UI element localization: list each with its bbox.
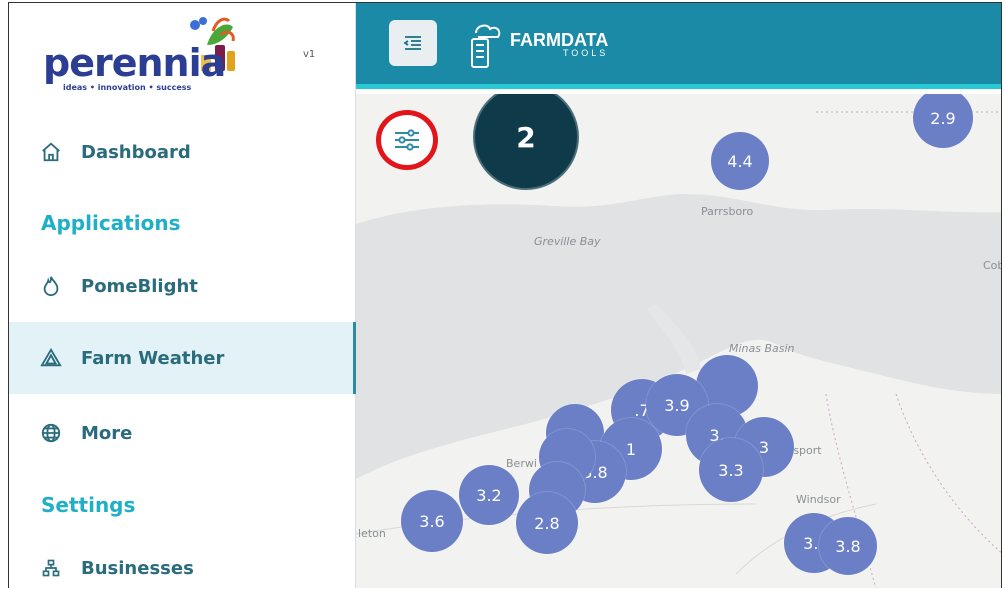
sidebar-item-businesses[interactable]: Businesses: [9, 536, 356, 588]
sidebar-item-farm-weather[interactable]: Farm Weather: [9, 322, 356, 394]
app-name: FARMDATA: [510, 30, 609, 50]
weather-cluster-marker[interactable]: 2.8: [516, 492, 578, 554]
place-label: leton: [358, 527, 386, 540]
section-settings: Settings: [41, 493, 136, 517]
sidebar-item-label: More: [81, 422, 133, 444]
place-label: Windsor: [796, 493, 841, 506]
weather-cluster-marker[interactable]: 4.4: [711, 132, 769, 190]
weather-cluster-marker[interactable]: 3.2: [459, 465, 519, 525]
place-label: Berwi: [506, 457, 537, 470]
sliders-icon: [395, 129, 419, 151]
home-icon: [39, 140, 63, 164]
place-label: Cob: [983, 259, 1001, 272]
weather-cluster-marker[interactable]: 3.3: [699, 438, 763, 502]
indent-icon: [403, 36, 421, 50]
section-applications: Applications: [41, 211, 181, 235]
org-chart-icon: [39, 556, 63, 580]
sidebar-item-label: Farm Weather: [81, 347, 225, 369]
sidebar-item-label: Businesses: [81, 557, 194, 579]
topbar: FARMDATA TOOLS: [356, 3, 1001, 89]
flame-icon: [39, 274, 63, 298]
app-logo[interactable]: FARMDATA TOOLS: [466, 15, 608, 75]
farmdata-logo-icon: [471, 24, 501, 68]
place-label: Minas Basin: [729, 342, 795, 355]
sidebar: perennia ideas • innovation • success v1…: [9, 3, 356, 588]
version-label: v1: [303, 49, 316, 60]
brand-name: perennia: [43, 41, 226, 85]
sidebar-item-pomeblight[interactable]: PomeBlight: [9, 254, 356, 318]
app-window: perennia ideas • innovation • success v1…: [8, 2, 1002, 588]
place-label: Parrsboro: [701, 205, 754, 218]
globe-icon: [39, 421, 63, 445]
sidebar-toggle-button[interactable]: [389, 20, 437, 66]
sidebar-item-more[interactable]: More: [9, 401, 356, 465]
sidebar-item-label: PomeBlight: [81, 275, 198, 297]
brand-tagline: ideas • innovation • success: [63, 83, 192, 92]
sidebar-item-label: Dashboard: [81, 141, 191, 163]
weather-map[interactable]: Greville Bay Parrsboro Minas Basin Berwi…: [356, 94, 1001, 588]
sidebar-item-dashboard[interactable]: Dashboard: [9, 120, 356, 184]
brand-logo[interactable]: perennia ideas • innovation • success v1: [33, 11, 315, 92]
weather-cluster-marker[interactable]: 3.8: [819, 517, 877, 575]
triangle-icon: [39, 346, 63, 370]
place-label: Greville Bay: [534, 235, 601, 248]
map-filter-button[interactable]: [376, 110, 438, 170]
weather-cluster-marker[interactable]: 3.6: [401, 490, 463, 552]
